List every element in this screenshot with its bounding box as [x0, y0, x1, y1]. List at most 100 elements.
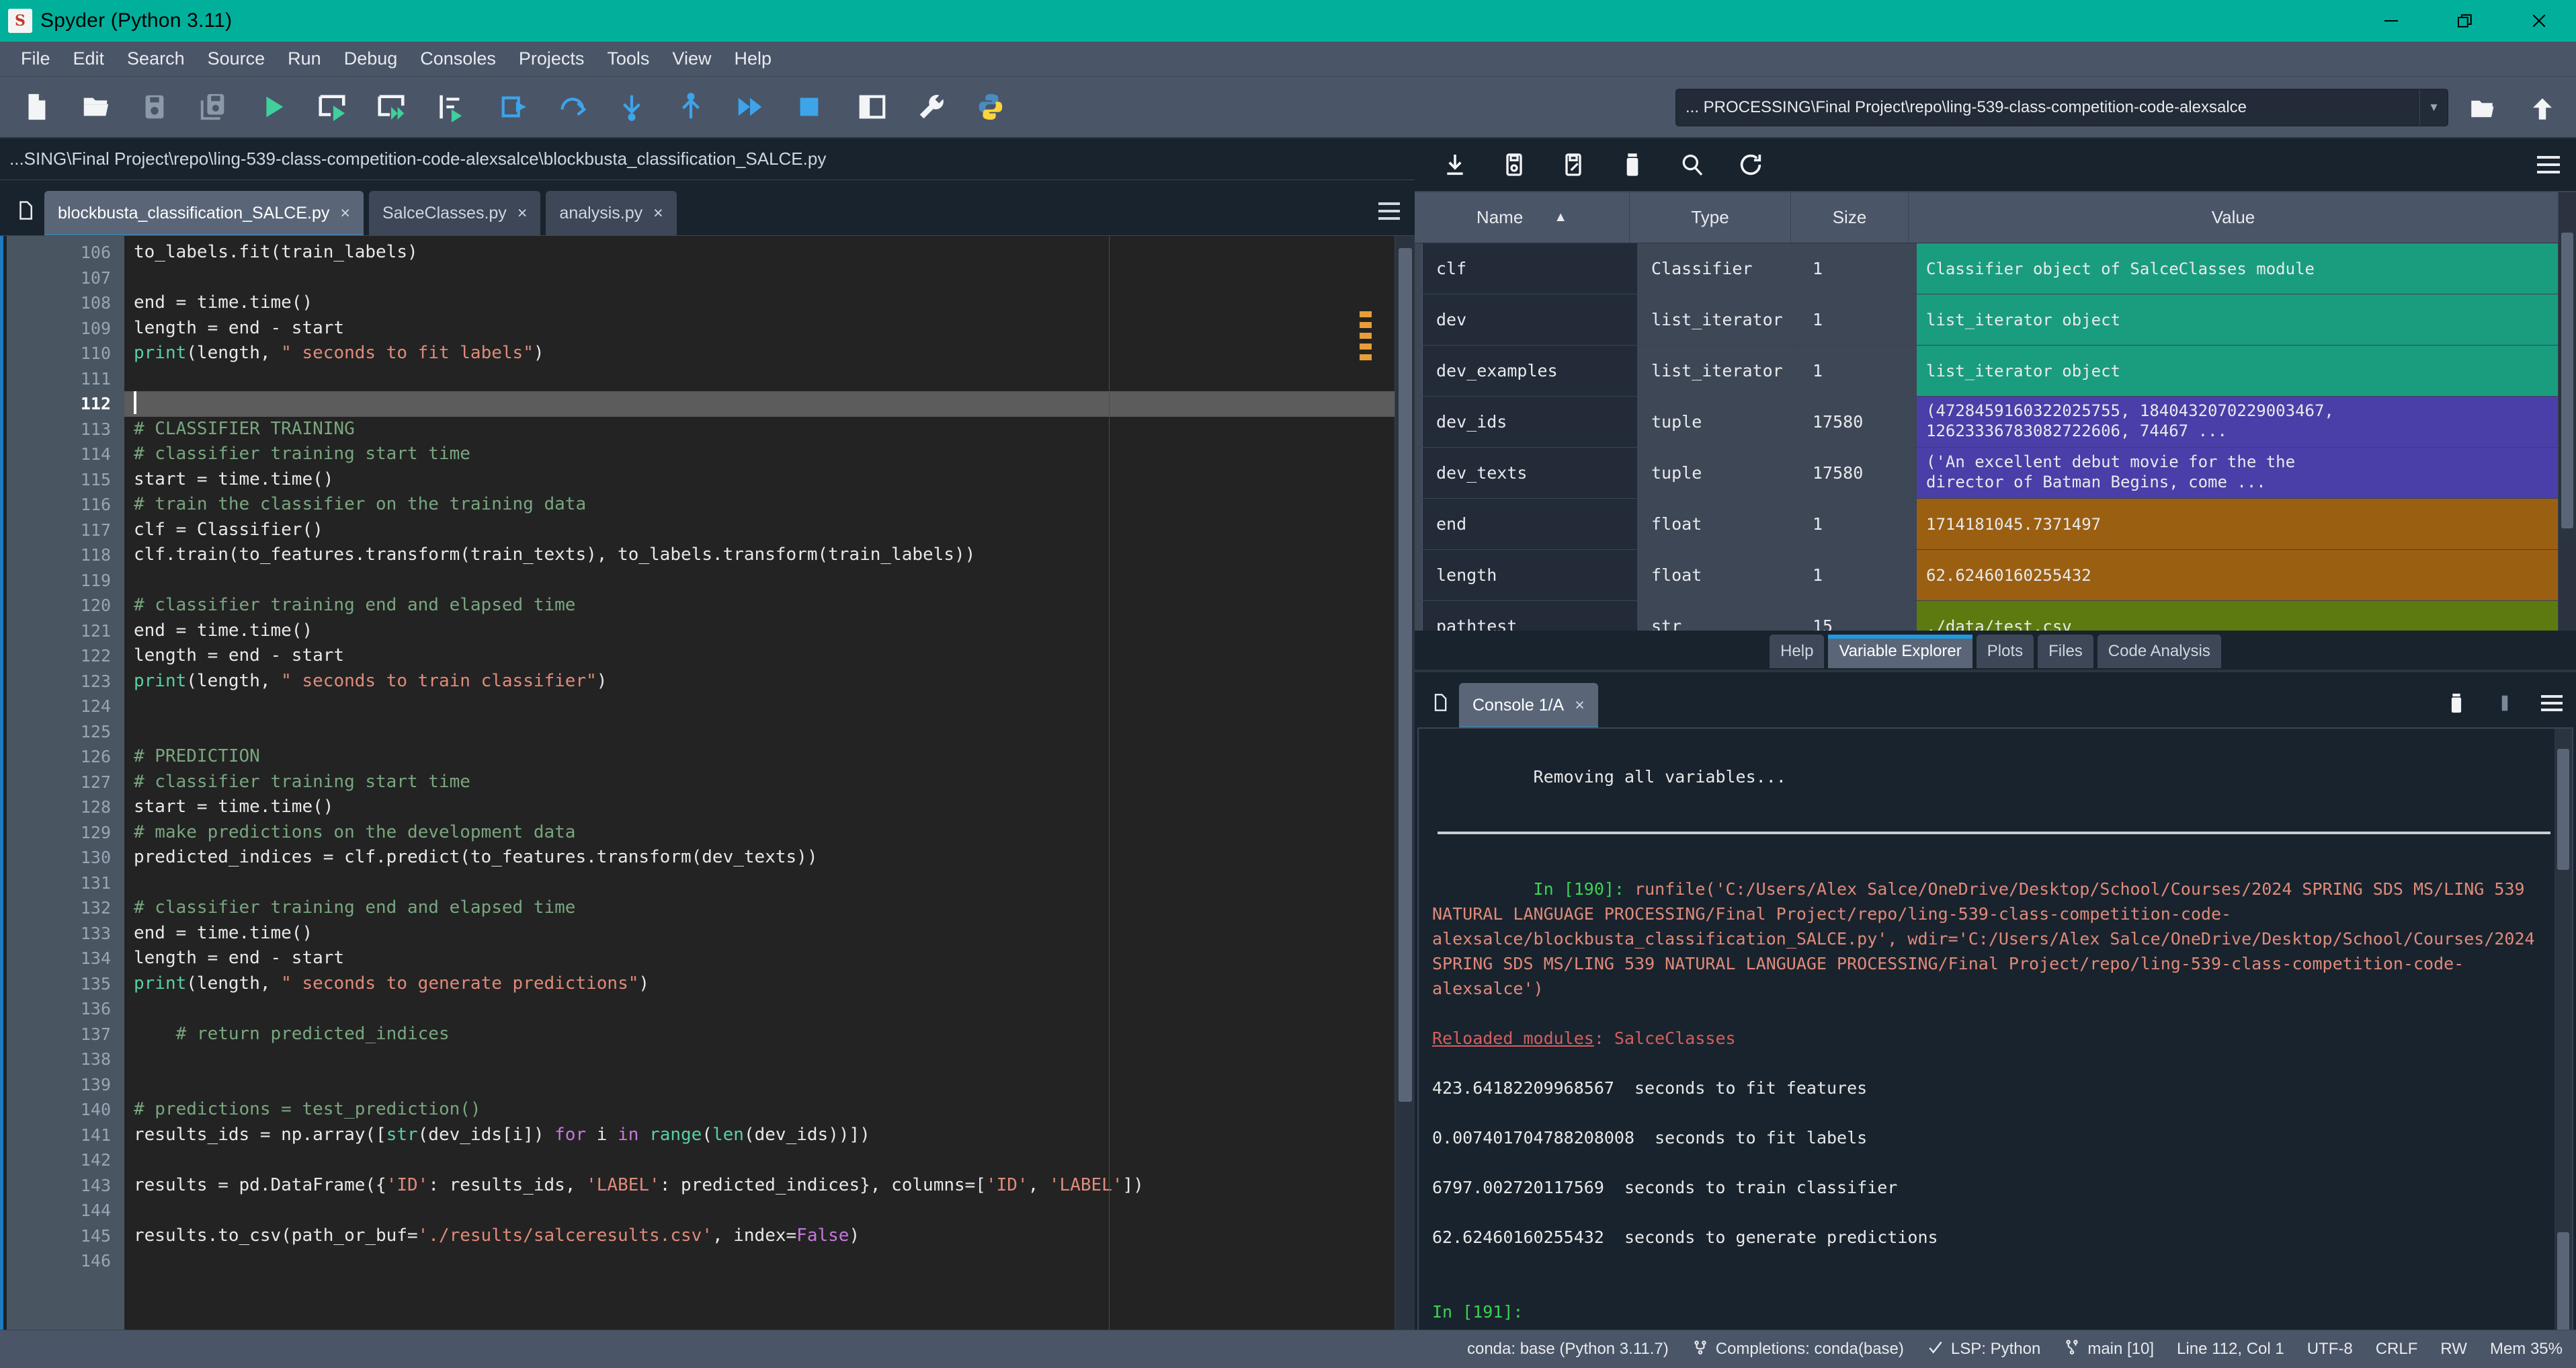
- code-viewport[interactable]: to_labels.fit(train_labels) end = time.t…: [124, 236, 1395, 1330]
- row-grip: [1415, 294, 1423, 345]
- search-icon[interactable]: [1662, 140, 1721, 189]
- menu-view[interactable]: View: [661, 46, 722, 72]
- code-line: # PREDICTION: [134, 746, 260, 766]
- wrench-icon[interactable]: [902, 77, 961, 136]
- editor-tab-label: blockbusta_classification_SALCE.py: [58, 203, 330, 223]
- cell-variable-name: end: [1423, 499, 1638, 549]
- tab-files[interactable]: Files: [2038, 635, 2093, 668]
- close-icon[interactable]: ×: [653, 204, 663, 223]
- cell-variable-value: list_iterator object: [1917, 346, 2559, 396]
- save-icon[interactable]: [125, 77, 184, 136]
- table-row[interactable]: pathtest str 15 ./data/test.csv: [1415, 601, 2559, 631]
- line-number: 129: [80, 822, 111, 842]
- column-header-value[interactable]: Value: [1909, 192, 2559, 243]
- code-line: # make predictions on the development da…: [134, 821, 576, 842]
- close-icon[interactable]: ×: [1575, 696, 1585, 715]
- hamburger-menu-icon[interactable]: [1376, 198, 1403, 225]
- step-over-icon[interactable]: [543, 77, 602, 136]
- stop-square-icon[interactable]: [780, 77, 839, 136]
- cell-variable-type: list_iterator: [1638, 294, 1799, 345]
- refresh-icon[interactable]: [1721, 140, 1780, 189]
- new-file-icon[interactable]: [7, 77, 66, 136]
- console-tab[interactable]: Console 1/A ×: [1459, 683, 1598, 731]
- occurrence-markers: [1357, 236, 1374, 1330]
- line-number: 137: [80, 1024, 111, 1044]
- trash-icon[interactable]: [2442, 688, 2471, 718]
- hamburger-menu-icon[interactable]: [2534, 151, 2563, 179]
- main-split: ...SING\Final Project\repo\ling-539-clas…: [0, 138, 2576, 1368]
- cell-variable-name: clf: [1423, 243, 1638, 294]
- save-as-icon[interactable]: [1544, 140, 1603, 189]
- code-line: end = time.time(): [134, 922, 313, 943]
- menu-consoles[interactable]: Consoles: [409, 46, 507, 72]
- menu-projects[interactable]: Projects: [507, 46, 596, 72]
- chevron-down-icon[interactable]: ▼: [2419, 89, 2448, 126]
- step-return-icon[interactable]: [661, 77, 720, 136]
- python-icon[interactable]: [961, 77, 1020, 136]
- menu-debug[interactable]: Debug: [333, 46, 409, 72]
- table-row[interactable]: dev_examples list_iterator 1 list_iterator …: [1415, 346, 2559, 397]
- line-number: 116: [80, 495, 111, 514]
- menu-tools[interactable]: Tools: [595, 46, 661, 72]
- run-cell-icon[interactable]: [302, 77, 362, 136]
- editor-vertical-scrollbar[interactable]: [1395, 236, 1415, 1330]
- menu-edit[interactable]: Edit: [62, 46, 116, 72]
- open-folder-icon[interactable]: [66, 77, 125, 136]
- tab-code-analysis[interactable]: Code Analysis: [2097, 635, 2221, 668]
- variable-table-scrollbar[interactable]: [2559, 192, 2576, 631]
- menu-run[interactable]: Run: [276, 46, 333, 72]
- minimize-icon[interactable]: [2354, 0, 2428, 42]
- editor-tab-analysis[interactable]: analysis.py ×: [546, 191, 677, 235]
- trash-icon[interactable]: [1603, 140, 1662, 189]
- debug-icon[interactable]: [484, 77, 543, 136]
- cell-variable-size: 1: [1799, 243, 1917, 294]
- line-number: 126: [80, 747, 111, 766]
- maximize-pane-icon[interactable]: [843, 77, 902, 136]
- editor-tab-blockbusta[interactable]: blockbusta_classification_SALCE.py ×: [44, 191, 364, 239]
- run-play-icon[interactable]: [243, 77, 302, 136]
- save-icon[interactable]: [1485, 140, 1544, 189]
- tab-plots[interactable]: Plots: [1976, 635, 2034, 668]
- close-icon[interactable]: [2502, 0, 2576, 42]
- console-output[interactable]: Removing all variables... In [190]: runf…: [1417, 727, 2573, 1361]
- tab-variable-explorer[interactable]: Variable Explorer: [1828, 635, 1973, 668]
- working-directory-combo[interactable]: ... PROCESSING\Final Project\repo\ling-5…: [1675, 89, 2448, 126]
- run-selection-icon[interactable]: [421, 77, 480, 136]
- table-row[interactable]: clf Classifier 1 Classifier object of Salce…: [1415, 243, 2559, 294]
- console-tab-label: Console 1/A: [1472, 695, 1565, 715]
- code-editor[interactable]: 106 107 108 109 110 111 112 113 114 115 116 117 118 1…: [0, 235, 1415, 1330]
- column-header-size[interactable]: Size: [1791, 192, 1909, 243]
- menu-source[interactable]: Source: [196, 46, 277, 72]
- editor-left-margin: [0, 236, 7, 1330]
- menu-search[interactable]: Search: [116, 46, 196, 72]
- table-row[interactable]: dev list_iterator 1 list_iterator object: [1415, 294, 2559, 346]
- restore-icon[interactable]: [2428, 0, 2502, 42]
- close-icon[interactable]: ×: [517, 204, 528, 223]
- column-header-type[interactable]: Type: [1630, 192, 1791, 243]
- run-cell-advance-icon[interactable]: [362, 77, 421, 136]
- table-row[interactable]: length float 1 62.62460160255432: [1415, 550, 2559, 601]
- console-scrollbar[interactable]: [2554, 729, 2572, 1360]
- close-icon[interactable]: ×: [340, 204, 350, 223]
- hamburger-menu-icon[interactable]: [2538, 690, 2565, 717]
- import-data-icon[interactable]: [1425, 140, 1485, 189]
- line-number: 146: [80, 1251, 111, 1271]
- continue-icon[interactable]: [720, 77, 780, 136]
- menu-help[interactable]: Help: [722, 46, 783, 72]
- table-row[interactable]: dev_texts tuple 17580 ('An excellent debut …: [1415, 448, 2559, 499]
- table-row[interactable]: end float 1 1714181045.7371497: [1415, 499, 2559, 550]
- open-folder-icon[interactable]: [2455, 90, 2509, 128]
- tab-help[interactable]: Help: [1770, 635, 1825, 668]
- cell-variable-size: 1: [1799, 499, 1917, 549]
- editor-tab-salceclasses[interactable]: SalceClasses.py ×: [369, 191, 541, 235]
- variable-table[interactable]: Name ▲ Type Size Value clf Classifier 1 Cla…: [1415, 192, 2559, 631]
- step-into-icon[interactable]: [602, 77, 661, 136]
- arrow-up-icon[interactable]: [2516, 90, 2569, 128]
- save-all-icon[interactable]: [184, 77, 243, 136]
- stop-bar-icon[interactable]: [2490, 688, 2520, 718]
- column-header-name[interactable]: Name ▲: [1415, 192, 1630, 243]
- table-row[interactable]: dev_ids tuple 17580 (4728459160322025755, 1…: [1415, 397, 2559, 448]
- menu-file[interactable]: File: [9, 46, 62, 72]
- file-icon: [7, 186, 44, 235]
